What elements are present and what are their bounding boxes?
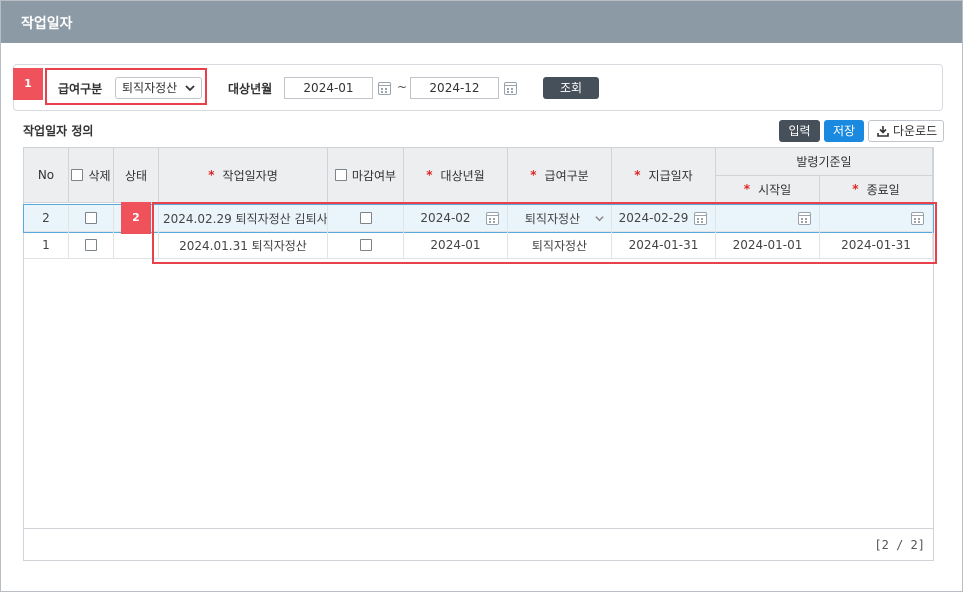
calendar-icon[interactable]: [504, 82, 517, 95]
download-button-label: 다운로드: [893, 124, 938, 138]
delete-checkbox[interactable]: [85, 239, 97, 251]
col-header-closed-label: 마감여부: [351, 168, 397, 183]
annotation-marker-2: 2: [121, 202, 151, 234]
col-header-target-month-label: 대상년월: [440, 168, 485, 183]
col-header-start[interactable]: * 시작일: [716, 176, 820, 203]
annotation-highlight-2: [152, 202, 937, 264]
work-date-dialog: 작업일자 1 급여구분 퇴직자정산 대상년월 2024-01 ~ 2024-12…: [0, 0, 963, 592]
required-mark: *: [426, 168, 433, 182]
col-header-no-label: No: [37, 168, 55, 182]
download-icon: [877, 126, 889, 137]
save-button[interactable]: 저장: [824, 120, 864, 142]
col-header-closed[interactable]: 마감여부: [328, 148, 404, 203]
col-header-end[interactable]: * 종료일: [820, 176, 933, 203]
col-header-target-month[interactable]: * 대상년월: [404, 148, 508, 203]
pay-type-label: 급여구분: [58, 82, 103, 96]
period-to-input[interactable]: 2024-12: [410, 77, 499, 99]
required-mark: *: [634, 168, 641, 182]
col-header-status-label: 상태: [124, 168, 148, 183]
col-header-end-label: 종료일: [866, 182, 900, 197]
col-header-pay-date-label: 지급일자: [648, 168, 693, 183]
col-header-name[interactable]: * 작업일자명: [159, 148, 328, 203]
dialog-titlebar: 작업일자: [1, 1, 962, 43]
col-header-start-label: 시작일: [758, 182, 792, 197]
required-mark: *: [208, 168, 215, 182]
chevron-down-icon: [185, 85, 195, 92]
col-header-no[interactable]: No: [24, 148, 69, 203]
required-mark: *: [852, 182, 859, 196]
col-header-base-group: 발령기준일: [716, 148, 933, 176]
col-header-name-label: 작업일자명: [222, 168, 278, 183]
download-button[interactable]: 다운로드: [868, 120, 944, 142]
select-all-closed-checkbox[interactable]: [334, 169, 347, 181]
section-title: 작업일자 정의: [23, 124, 94, 138]
col-header-delete[interactable]: 삭제: [69, 148, 114, 203]
cell-delete[interactable]: [69, 232, 114, 259]
required-mark: *: [530, 168, 537, 182]
range-separator: ~: [397, 80, 408, 94]
required-mark: *: [743, 182, 751, 196]
cell-no: 1: [24, 232, 69, 259]
add-button[interactable]: 입력: [779, 120, 820, 142]
col-header-status[interactable]: 상태: [114, 148, 159, 203]
grid-footer: [2 / 2]: [24, 528, 933, 560]
period-from-input[interactable]: 2024-01: [284, 77, 373, 99]
calendar-icon[interactable]: [378, 82, 391, 95]
col-header-pay-type[interactable]: * 급여구분: [508, 148, 612, 203]
col-header-pay-date[interactable]: * 지급일자: [612, 148, 716, 203]
col-header-delete-label: 삭제: [88, 168, 111, 183]
search-button[interactable]: 조회: [543, 77, 599, 99]
period-label: 대상년월: [228, 82, 273, 96]
cell-delete[interactable]: [69, 205, 114, 232]
col-header-pay-type-label: 급여구분: [544, 168, 589, 183]
select-all-delete-checkbox[interactable]: [71, 169, 84, 181]
annotation-marker-1: 1: [13, 68, 43, 100]
cell-no: 2: [24, 205, 69, 232]
dialog-title: 작업일자: [21, 16, 73, 32]
col-header-base-group-label: 발령기준일: [796, 155, 852, 169]
pay-type-select-value: 퇴직자정산: [122, 81, 178, 95]
pay-type-select[interactable]: 퇴직자정산: [115, 77, 202, 99]
pager-info: [2 / 2]: [874, 538, 925, 552]
delete-checkbox[interactable]: [85, 212, 97, 224]
